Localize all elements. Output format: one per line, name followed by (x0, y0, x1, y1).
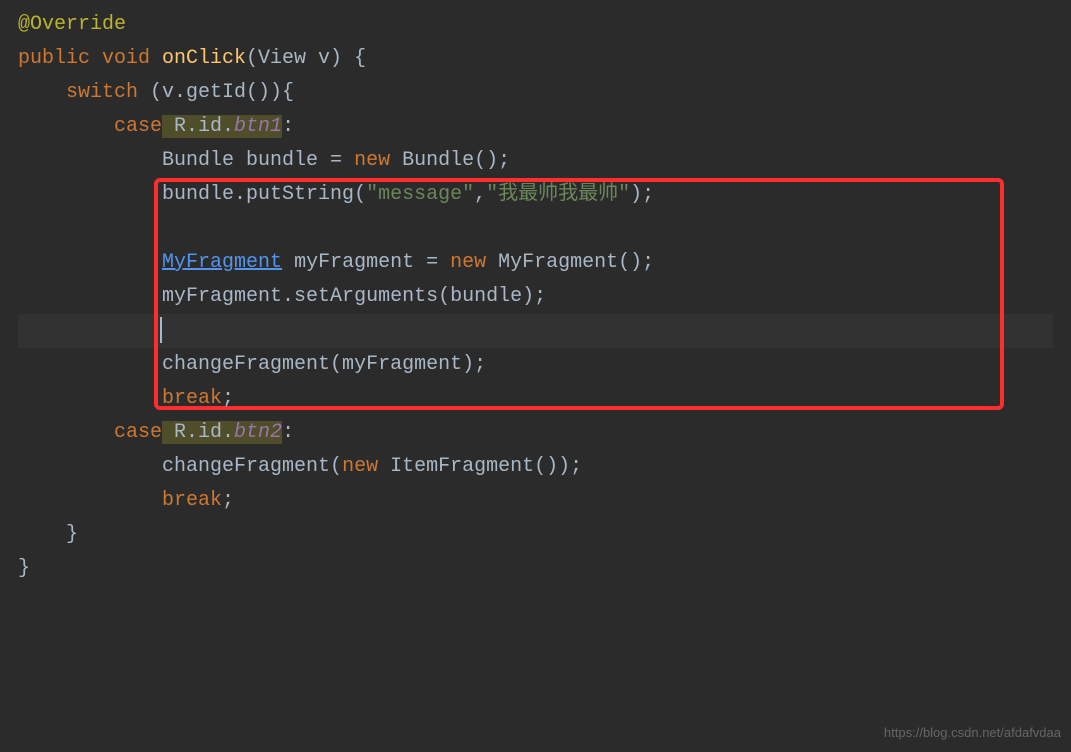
keyword-break-1: break (162, 387, 222, 410)
btn2-field: btn2 (234, 421, 282, 444)
code-line-6: bundle.putString("message","我最帅我最帅"); (18, 178, 1053, 212)
watermark-text: https://blog.csdn.net/afdafvdaa (884, 722, 1061, 744)
code-line-13: case R.id.btn2: (18, 416, 1053, 450)
code-line-14: changeFragment(new ItemFragment()); (18, 450, 1053, 484)
colon-2: : (282, 421, 294, 444)
code-line-5: Bundle bundle = new Bundle(); (18, 144, 1053, 178)
colon-1: : (282, 115, 294, 138)
code-line-16: } (18, 518, 1053, 552)
btn1-field: btn1 (234, 115, 282, 138)
code-line-12: break; (18, 382, 1053, 416)
code-line-3: switch (v.getId()){ (18, 76, 1053, 110)
method-onclick: onClick (162, 47, 246, 70)
putstring-end: ); (630, 183, 654, 206)
annotation-override: @Override (18, 13, 126, 36)
cursor-line-highlight (18, 314, 1053, 348)
keyword-case: case (114, 115, 162, 138)
itemfragment-ctor: ItemFragment()); (378, 455, 582, 478)
bundle-decl: Bundle bundle = (162, 149, 354, 172)
changefragment-2: changeFragment( (162, 455, 342, 478)
keyword-new-3: new (342, 455, 378, 478)
semi-2: ; (222, 489, 234, 512)
switch-cond: (v.getId()){ (138, 81, 294, 104)
myfragment-var: myFragment = (282, 251, 450, 274)
keyword-case-2: case (114, 421, 162, 444)
text-cursor (160, 317, 162, 343)
r-id-2: R.id. (162, 421, 234, 444)
putstring-call: bundle.putString( (162, 183, 366, 206)
comma-1: , (474, 183, 486, 206)
keyword-break-2: break (162, 489, 222, 512)
code-line-2: public void onClick(View v) { (18, 42, 1053, 76)
keyword-public: public (18, 47, 90, 70)
bundle-ctor: Bundle(); (390, 149, 510, 172)
code-editor[interactable]: @Override public void onClick(View v) { … (18, 8, 1053, 586)
myfragment-class[interactable]: MyFragment (162, 251, 282, 274)
code-line-8: MyFragment myFragment = new MyFragment()… (18, 246, 1053, 280)
setarguments-call: myFragment.setArguments(bundle); (162, 285, 546, 308)
r-id-1: R.id. (162, 115, 234, 138)
close-brace-2: } (18, 557, 30, 580)
keyword-void: void (90, 47, 162, 70)
code-line-7-empty (18, 212, 1053, 246)
code-line-4: case R.id.btn1: (18, 110, 1053, 144)
code-line-17: } (18, 552, 1053, 586)
string-chinese: "我最帅我最帅" (486, 183, 630, 206)
keyword-new-1: new (354, 149, 390, 172)
keyword-new-2: new (450, 251, 486, 274)
params: (View v) { (246, 47, 366, 70)
code-line-10-cursor (18, 314, 1053, 348)
code-line-15: break; (18, 484, 1053, 518)
code-line-11: changeFragment(myFragment); (18, 348, 1053, 382)
semi-1: ; (222, 387, 234, 410)
changefragment-1: changeFragment(myFragment); (162, 353, 486, 376)
keyword-switch: switch (66, 81, 138, 104)
close-brace-1: } (66, 523, 78, 546)
code-line-1: @Override (18, 8, 1053, 42)
code-line-9: myFragment.setArguments(bundle); (18, 280, 1053, 314)
string-message: "message" (366, 183, 474, 206)
myfragment-ctor: MyFragment(); (486, 251, 654, 274)
